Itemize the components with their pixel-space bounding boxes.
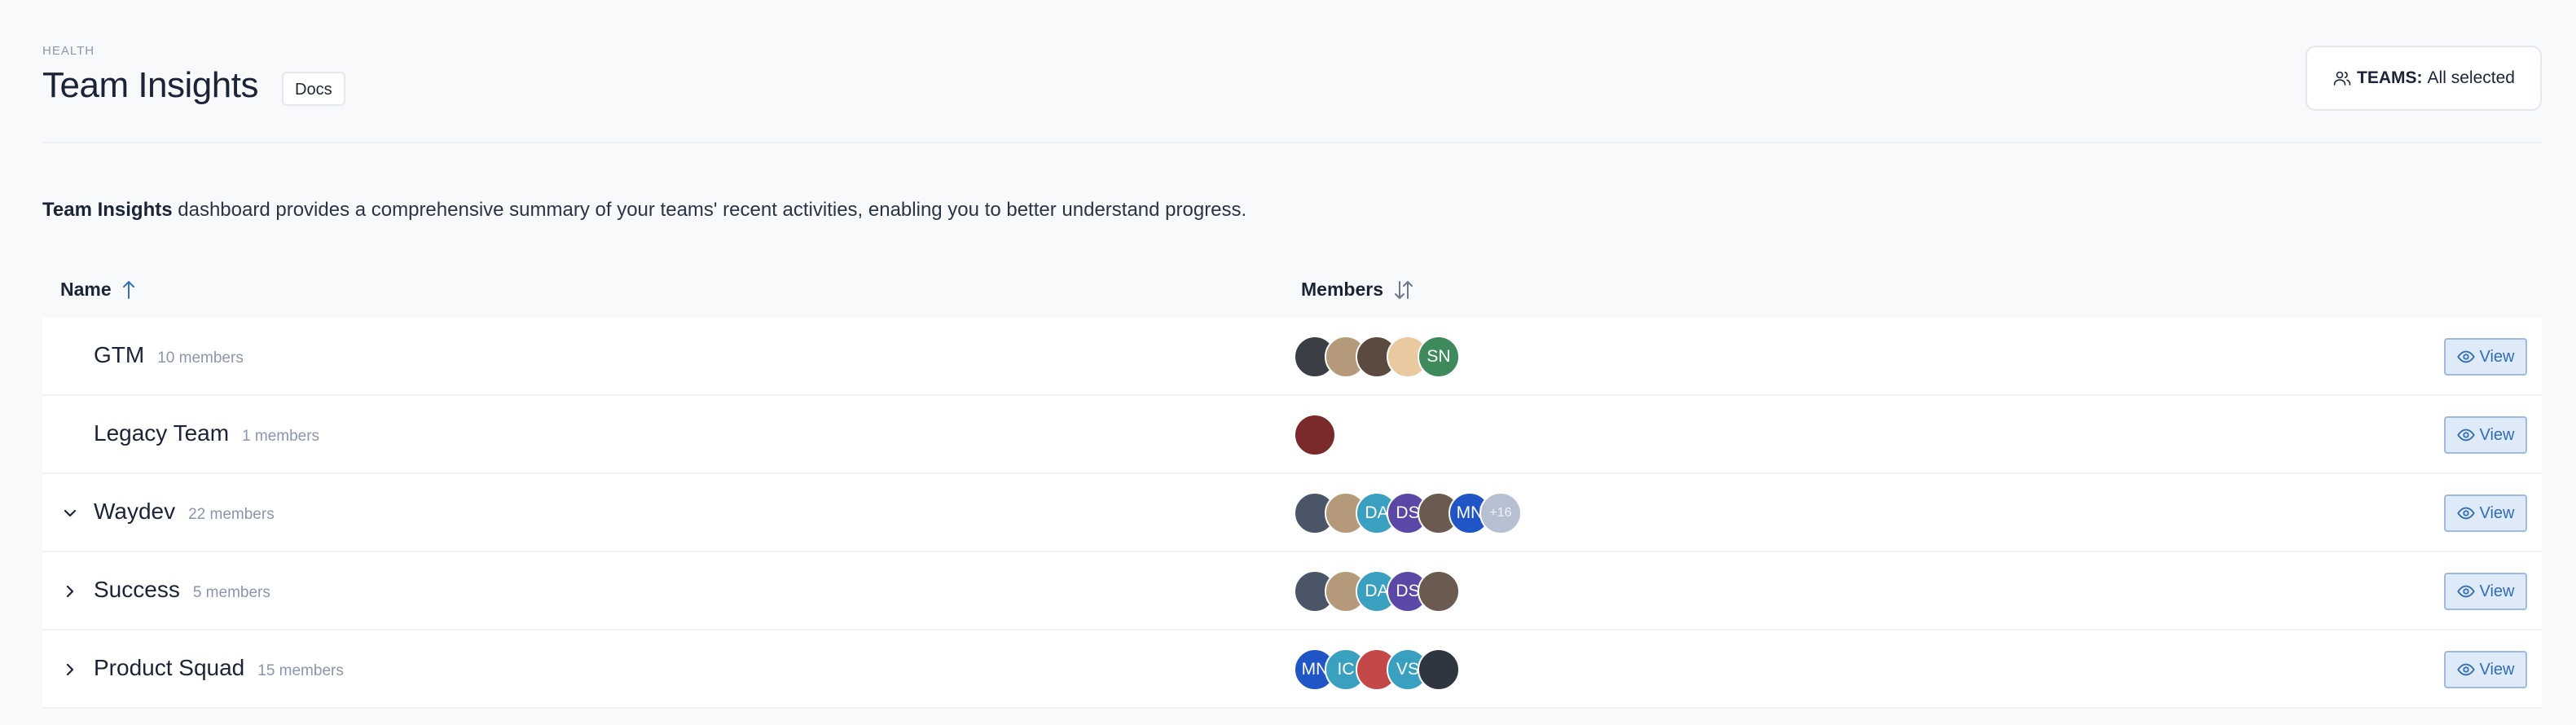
table-header: Name Members <box>42 269 2542 313</box>
member-count: 1 members <box>242 428 320 445</box>
chevron-right-icon[interactable] <box>59 658 81 681</box>
view-button[interactable]: View <box>2444 338 2527 376</box>
view-button[interactable]: View <box>2444 416 2527 454</box>
team-name-label: Product Squad <box>94 655 245 680</box>
team-name-label: Success <box>94 577 180 602</box>
table-row[interactable]: Product Squad 15 members MN IC VS View <box>42 631 2542 709</box>
table-row[interactable]: Legacy Team 1 members View <box>42 396 2542 474</box>
member-avatars[interactable]: MN IC VS <box>1294 648 1460 691</box>
view-button-label: View <box>2479 660 2515 679</box>
chevron-down-icon[interactable] <box>59 502 81 525</box>
table-row[interactable]: Waydev 22 members DA DS MN +16 View <box>42 474 2542 552</box>
docs-button[interactable]: Docs <box>282 72 345 106</box>
teams-table-body: GTM 10 members SN View Legacy Team 1 members V… <box>42 318 2542 709</box>
view-button[interactable]: View <box>2444 494 2527 532</box>
column-header-name-label: Name <box>60 279 112 300</box>
eye-icon <box>2456 348 2475 366</box>
team-name: Legacy Team 1 members <box>94 420 319 446</box>
member-count: 15 members <box>257 662 344 679</box>
teams-filter-button[interactable]: TEAMS: All selected <box>2306 46 2542 111</box>
intro-bold: Team Insights <box>42 199 173 221</box>
column-header-members[interactable]: Members <box>1301 279 1414 301</box>
member-count: 10 members <box>157 349 244 367</box>
member-avatars[interactable]: SN <box>1294 336 1460 378</box>
arrow-up-icon[interactable] <box>121 279 136 301</box>
team-name-label: GTM <box>94 342 145 367</box>
view-button-label: View <box>2479 347 2515 366</box>
team-name: Success 5 members <box>94 577 270 603</box>
member-avatars[interactable]: DA DS <box>1294 570 1460 613</box>
view-button[interactable]: View <box>2444 651 2527 688</box>
team-name-label: Waydev <box>94 499 176 524</box>
team-insights-page: HEALTH Team Insights Docs TEAMS: All sel… <box>42 0 2542 725</box>
avatar[interactable] <box>1418 570 1460 613</box>
column-header-members-label: Members <box>1301 279 1383 300</box>
page-title: Team Insights <box>42 65 258 105</box>
view-button-label: View <box>2479 425 2515 444</box>
team-name: GTM 10 members <box>94 342 244 368</box>
team-name-label: Legacy Team <box>94 420 230 446</box>
avatar[interactable] <box>1294 414 1336 456</box>
eye-icon <box>2456 504 2475 522</box>
more-members-badge[interactable]: +16 <box>1479 492 1522 534</box>
member-avatars[interactable] <box>1294 414 1336 456</box>
sort-icon[interactable] <box>1393 279 1414 301</box>
users-icon <box>2332 68 2352 88</box>
team-name: Product Squad 15 members <box>94 655 344 681</box>
teams-filter-label: TEAMS: <box>2357 68 2423 87</box>
member-avatars[interactable]: DA DS MN +16 <box>1294 492 1522 534</box>
intro-description: dashboard provides a comprehensive summa… <box>172 199 1247 221</box>
view-button-label: View <box>2479 503 2515 522</box>
table-row[interactable]: Success 5 members DA DS View <box>42 552 2542 631</box>
chevron-right-icon[interactable] <box>59 580 81 603</box>
avatar[interactable]: SN <box>1418 336 1460 378</box>
eye-icon <box>2456 582 2475 600</box>
avatar[interactable] <box>1418 648 1460 691</box>
teams-filter-value: All selected <box>2427 68 2515 87</box>
section-eyebrow: HEALTH <box>42 44 95 58</box>
intro-text: Team Insights dashboard provides a compr… <box>42 199 1246 222</box>
header-divider <box>42 142 2542 143</box>
member-count: 5 members <box>192 584 270 601</box>
column-header-name[interactable]: Name <box>60 279 136 301</box>
eye-icon <box>2456 661 2475 679</box>
table-row[interactable]: GTM 10 members SN View <box>42 318 2542 396</box>
member-count: 22 members <box>188 506 275 523</box>
eye-icon <box>2456 426 2475 444</box>
view-button[interactable]: View <box>2444 573 2527 610</box>
team-name: Waydev 22 members <box>94 499 275 525</box>
view-button-label: View <box>2479 582 2515 600</box>
